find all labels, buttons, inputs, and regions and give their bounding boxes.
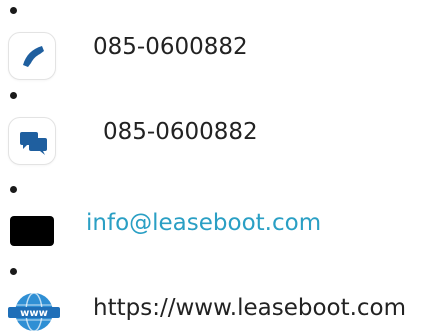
list-bullet [10, 92, 17, 99]
globe-icon-text: www [20, 308, 48, 319]
chat-icon-box[interactable] [8, 117, 56, 165]
phone-icon-box[interactable] [8, 32, 56, 80]
list-bullet [10, 268, 17, 275]
globe-icon[interactable]: www [8, 291, 60, 333]
list-bullet [10, 186, 17, 193]
chat-icon [20, 132, 47, 155]
contact-list: 085-0600882 085-0600882 info@leaseboot.c… [0, 0, 438, 336]
phone-icon [23, 46, 44, 67]
website-link[interactable]: https://www.leaseboot.com [93, 294, 406, 322]
phone-number[interactable]: 085-0600882 [93, 33, 248, 61]
email-link[interactable]: info@leaseboot.com [86, 209, 321, 237]
mail-icon[interactable] [10, 216, 54, 246]
list-bullet [10, 7, 17, 14]
chat-number[interactable]: 085-0600882 [103, 118, 258, 146]
